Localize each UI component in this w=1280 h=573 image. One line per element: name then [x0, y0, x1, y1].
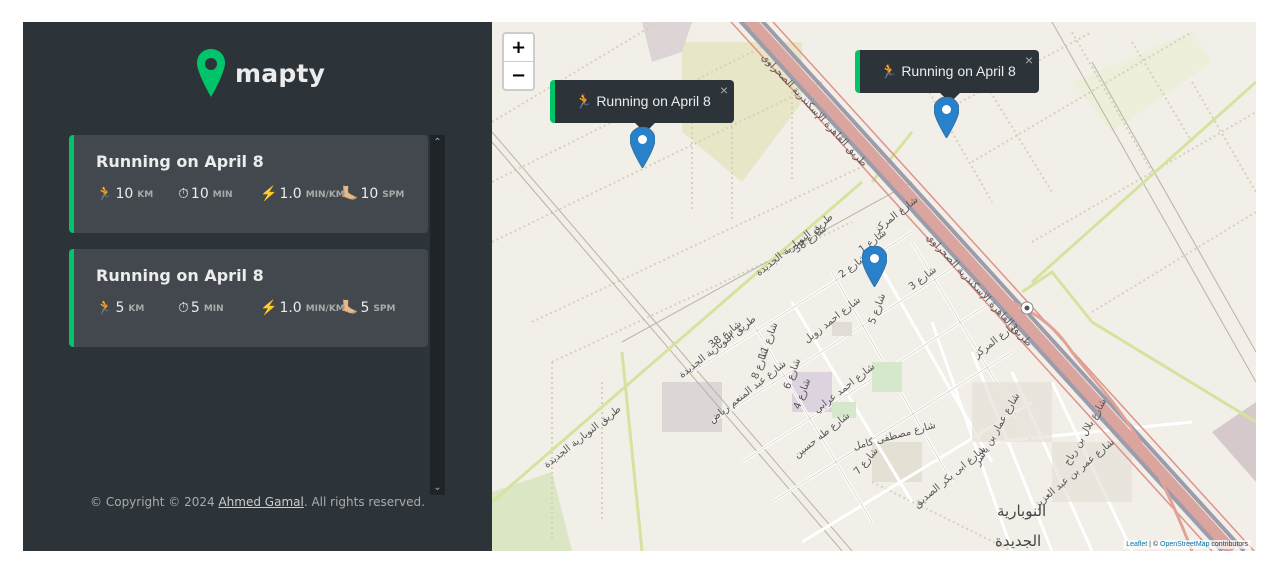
workout-distance: 🏃 5 KM — [96, 299, 150, 317]
map[interactable]: طريق القاهرة الإسكندرية الصحراوي طريق ال… — [492, 22, 1256, 551]
workout-duration: ⏱ 10 MIN — [178, 185, 235, 203]
popup-text: 🏃 Running on April 8 — [880, 63, 1016, 79]
running-icon: 🏃 — [96, 300, 114, 316]
zoom-control: + − — [502, 32, 535, 91]
duration-unit: MIN — [212, 190, 233, 200]
duration-value: 10 — [190, 186, 209, 202]
scroll-up-icon[interactable]: ⌃ — [430, 135, 445, 150]
osm-link[interactable]: OpenStreetMap — [1160, 541, 1209, 548]
popup-close-icon[interactable]: × — [1025, 52, 1033, 68]
foot-icon: 🦶🏼 — [341, 186, 359, 202]
pace-unit: MIN/KM — [305, 304, 345, 314]
workout-card[interactable]: Running on April 8 🏃 10 KM ⏱ 10 MIN ⚡️ 1… — [69, 135, 428, 233]
workout-title: Running on April 8 — [96, 152, 264, 171]
popup-text: 🏃 Running on April 8 — [575, 93, 711, 109]
lightning-icon: ⚡️ — [260, 186, 278, 202]
logo-text: mapty — [235, 58, 326, 88]
city-label: الجديدة — [995, 532, 1042, 550]
workout-pace: ⚡️ 1.0 MIN/KM — [260, 299, 345, 317]
copyright: © Copyright © 2024 Ahmed Gamal. All righ… — [23, 495, 492, 509]
cadence-unit: SPM — [373, 304, 396, 314]
copyright-prefix: © Copyright © 2024 — [90, 495, 219, 509]
workout-card[interactable]: Running on April 8 🏃 5 KM ⏱ 5 MIN ⚡️ 1.0… — [69, 249, 428, 347]
leaflet-link[interactable]: Leaflet — [1126, 541, 1147, 548]
copyright-suffix: . All rights reserved. — [303, 495, 425, 509]
sidebar: mapty Running on April 8 🏃 10 KM ⏱ 10 MI… — [23, 22, 492, 551]
attribution-separator: | © — [1147, 541, 1161, 548]
map-attribution: Leaflet | © OpenStreetMap contributors — [1123, 540, 1251, 549]
workout-popup[interactable]: 🏃 Running on April 8 × — [855, 50, 1039, 103]
map-marker-icon[interactable] — [630, 127, 655, 168]
stopwatch-icon: ⏱ — [178, 186, 189, 202]
running-icon: 🏃 — [96, 186, 114, 202]
workout-popup[interactable]: 🏃 Running on April 8 × — [550, 80, 734, 133]
author-link[interactable]: Ahmed Gamal — [218, 495, 303, 509]
attribution-suffix: contributors — [1209, 541, 1248, 548]
city-label: النوبارية — [997, 502, 1047, 520]
workout-distance: 🏃 10 KM — [96, 185, 159, 203]
workout-title: Running on April 8 — [96, 266, 264, 285]
lightning-icon: ⚡️ — [260, 300, 278, 316]
workout-cadence: 🦶🏼 5 SPM — [341, 299, 395, 317]
workout-cadence: 🦶🏼 10 SPM — [341, 185, 404, 203]
popup-close-icon[interactable]: × — [720, 82, 728, 98]
foot-icon: 🦶🏼 — [341, 300, 359, 316]
zoom-out-button[interactable]: − — [504, 62, 533, 89]
zoom-in-button[interactable]: + — [504, 34, 533, 62]
cadence-value: 5 — [360, 300, 370, 316]
workout-details: 🏃 10 KM ⏱ 10 MIN ⚡️ 1.0 MIN/KM 🦶🏼 10 SPM — [96, 185, 426, 225]
pace-value: 1.0 — [279, 300, 302, 316]
duration-unit: MIN — [203, 304, 224, 314]
workout-pace: ⚡️ 1.0 MIN/KM — [260, 185, 345, 203]
distance-value: 5 — [115, 300, 125, 316]
map-marker-icon[interactable] — [934, 97, 959, 138]
workouts-scrollbar[interactable]: ⌃ ⌄ — [430, 135, 445, 495]
workouts-list: Running on April 8 🏃 10 KM ⏱ 10 MIN ⚡️ 1… — [69, 135, 429, 495]
distance-value: 10 — [115, 186, 134, 202]
workout-details: 🏃 5 KM ⏱ 5 MIN ⚡️ 1.0 MIN/KM 🦶🏼 5 SPM — [96, 299, 426, 339]
pace-unit: MIN/KM — [305, 190, 345, 200]
stopwatch-icon: ⏱ — [178, 300, 189, 316]
logo: mapty — [197, 49, 325, 97]
distance-unit: KM — [137, 190, 154, 200]
cadence-value: 10 — [360, 186, 379, 202]
distance-unit: KM — [128, 304, 145, 314]
scroll-down-icon[interactable]: ⌄ — [430, 480, 445, 495]
map-pin-logo-icon — [197, 49, 225, 97]
cadence-unit: SPM — [382, 190, 405, 200]
pace-value: 1.0 — [279, 186, 302, 202]
map-marker-icon[interactable] — [862, 246, 887, 287]
workout-duration: ⏱ 5 MIN — [178, 299, 226, 317]
duration-value: 5 — [190, 300, 200, 316]
